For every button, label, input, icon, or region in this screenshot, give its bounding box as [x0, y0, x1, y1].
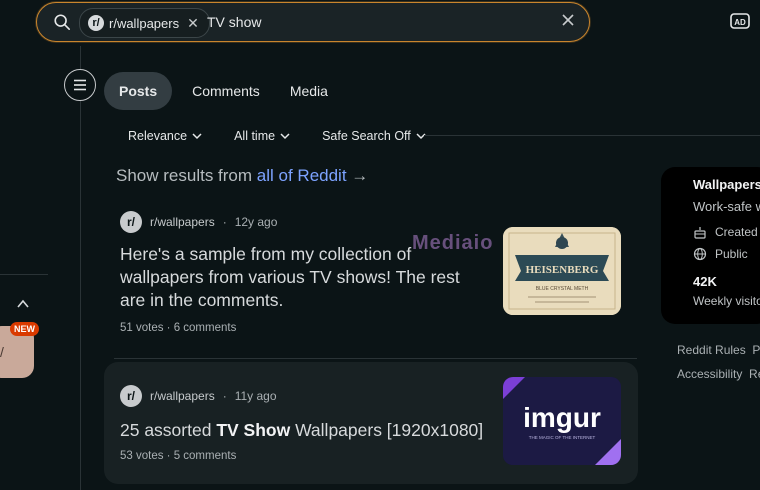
thumb-heading: HEISENBERG — [526, 264, 599, 276]
post-title[interactable]: 25 assorted TV Show Wallpapers [1920x108… — [120, 419, 500, 442]
sidebar-divider — [0, 274, 48, 275]
community-filter-chip[interactable]: r/ r/wallpapers ✕ — [79, 8, 210, 38]
community-description: Work-safe w — [693, 199, 760, 214]
advertise-icon[interactable]: AD — [730, 12, 750, 30]
safe-search-dropdown[interactable]: Safe Search Off — [312, 124, 436, 148]
title-part: 25 assorted — [120, 420, 217, 440]
community-title[interactable]: Wallpapers — [693, 177, 760, 192]
results-scope-prefix: Show results from — [116, 166, 253, 185]
cake-icon — [694, 227, 706, 239]
all-of-reddit-link[interactable]: all of Reddit — [257, 166, 347, 185]
sort-dropdown[interactable]: Relevance — [118, 124, 212, 148]
top-bar: r/ r/wallpapers ✕ TV show AD — [0, 0, 760, 46]
hamburger-icon — [74, 79, 86, 91]
post-thumbnail[interactable]: imgur THE MAGIC OF THE INTERNET — [503, 377, 621, 465]
member-count-label: Weekly visito — [693, 294, 760, 308]
tab-media[interactable]: Media — [275, 72, 343, 110]
imgur-thumbnail-image: imgur THE MAGIC OF THE INTERNET — [503, 377, 621, 465]
clear-search-icon[interactable] — [559, 11, 577, 29]
filter-bar: Relevance All time Safe Search Off — [118, 124, 436, 148]
subreddit-link[interactable]: r/wallpapers — [150, 215, 215, 229]
remove-chip-icon[interactable]: ✕ — [187, 15, 199, 32]
globe-icon — [693, 247, 707, 261]
subreddit-icon: r/ — [88, 15, 104, 31]
arrow-right-icon: → — [351, 166, 369, 185]
post-stats: 53 votes · 5 comments — [120, 450, 237, 462]
safe-search-label: Safe Search Off — [322, 129, 411, 143]
title-highlight: TV Show — [216, 420, 291, 440]
svg-text:AD: AD — [734, 18, 746, 27]
subreddit-avatar-icon: r/ — [120, 211, 142, 233]
post-meta: r/ r/wallpapers · 12y ago — [120, 211, 277, 233]
time-dropdown[interactable]: All time — [224, 124, 300, 148]
thumb-heading: imgur — [523, 402, 601, 433]
post-divider — [114, 358, 637, 359]
privacy-link[interactable]: Pr — [752, 343, 760, 357]
new-badge: NEW — [10, 322, 39, 336]
meta-separator: · — [222, 389, 227, 403]
filter-divider — [424, 135, 760, 136]
time-label: All time — [234, 129, 276, 143]
visibility-label: Public — [715, 247, 748, 261]
post-thumbnail[interactable]: HEISENBERG BLUE CRYSTAL METH — [503, 227, 621, 315]
visibility-row: Public — [693, 247, 748, 261]
thumb-subheading: BLUE CRYSTAL METH — [536, 286, 589, 292]
left-sidebar — [0, 46, 81, 490]
meta-separator: · — [222, 215, 227, 229]
reddit-rules-link[interactable]: Reddit Rules — [677, 343, 746, 357]
chevron-up-icon[interactable] — [16, 297, 30, 311]
footer-links-row: Reddit Rules Pr — [677, 343, 760, 357]
watermark-logo: Mediaio — [412, 232, 494, 254]
result-type-tabs: Posts Comments Media — [104, 72, 343, 110]
post-stats: 51 votes · 6 comments — [120, 322, 237, 334]
menu-toggle-button[interactable] — [64, 69, 96, 101]
post-age: 12y ago — [234, 215, 278, 229]
tab-posts[interactable]: Posts — [104, 72, 173, 110]
created-label: Created — [715, 225, 758, 239]
search-icon — [54, 14, 71, 31]
card-mark: / — [0, 344, 4, 360]
heisenberg-thumbnail-image: HEISENBERG BLUE CRYSTAL METH — [503, 227, 621, 315]
chevron-down-icon — [280, 133, 290, 140]
search-input[interactable]: TV show — [207, 14, 261, 30]
post-meta: r/ r/wallpapers · 11y ago — [120, 385, 277, 407]
reddit-inc-link[interactable]: Re — [749, 367, 760, 381]
subreddit-link[interactable]: r/wallpapers — [150, 389, 215, 403]
subreddit-avatar-icon: r/ — [120, 385, 142, 407]
footer-links-row: Accessibility Re — [677, 367, 760, 381]
post-age: 11y ago — [234, 389, 277, 403]
chevron-down-icon — [416, 133, 426, 140]
accessibility-link[interactable]: Accessibility — [677, 367, 742, 381]
sort-label: Relevance — [128, 129, 188, 143]
tab-comments[interactable]: Comments — [177, 72, 275, 110]
member-count: 42K — [693, 274, 717, 289]
results-scope-banner: Show results from all of Reddit → — [116, 166, 368, 186]
community-chip-label: r/wallpapers — [109, 15, 180, 31]
search-bar[interactable]: r/ r/wallpapers ✕ TV show — [36, 2, 590, 42]
title-part: Wallpapers [1920x1080] — [290, 420, 484, 440]
thumb-subheading: THE MAGIC OF THE INTERNET — [529, 435, 596, 440]
created-row: Created — [693, 225, 758, 239]
chevron-down-icon — [192, 133, 202, 140]
